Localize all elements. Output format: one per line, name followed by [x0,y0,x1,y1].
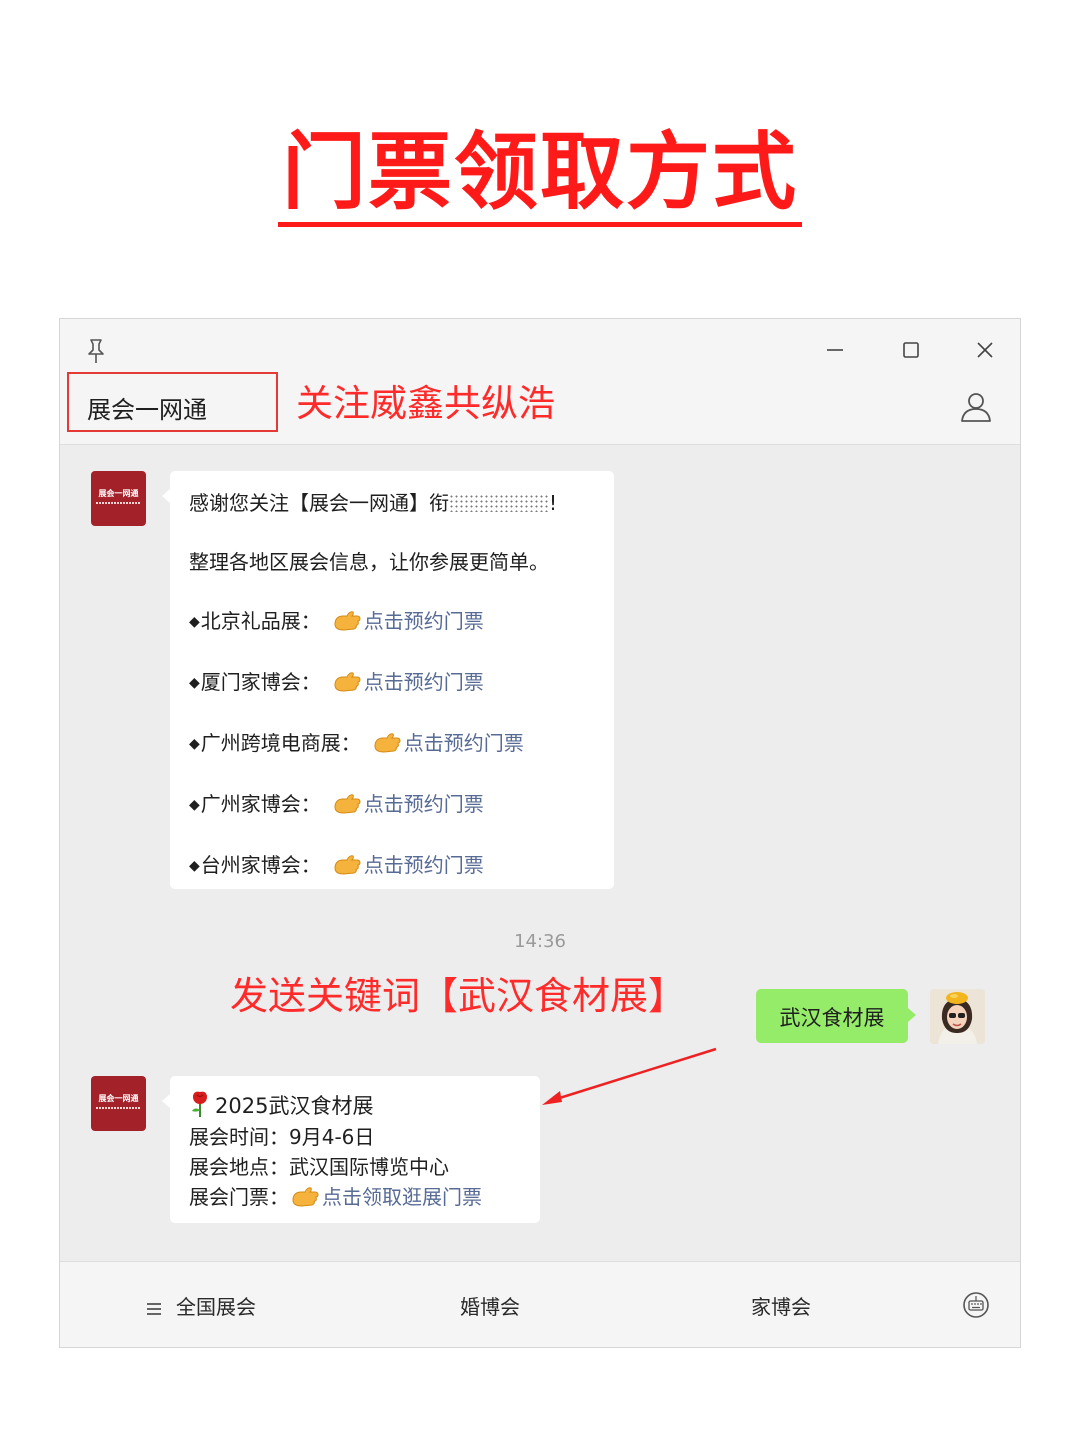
list-item-label: 北京礼品展： [200,609,321,633]
bullet: ◆ [189,675,200,691]
welcome-line-2: 整理各地区展会信息，让你参展更简单。 [189,550,549,574]
pointing-hand-icon [373,732,401,759]
list-item: ◆台州家博会： 点击预约门票 [189,849,484,881]
profile-icon[interactable] [958,389,994,429]
reply-ticket-line: 展会门票： 点击领取逛展门票 [189,1181,482,1213]
list-item: ◆北京礼品展： 点击预约门票 [189,605,484,637]
close-icon[interactable] [974,339,996,365]
list-item: ◆厦门家博会： 点击预约门票 [189,666,484,698]
bottom-menu-bar: 全国展会 婚博会 家博会 [60,1261,1020,1347]
message-timestamp: 14:36 [514,931,566,952]
reply-message-bubble: 2025武汉食材展 展会时间：9月4-6日 展会地点：武汉国际博览中心 展会门票… [162,1076,540,1223]
reserve-ticket-link[interactable]: 点击预约门票 [364,609,484,633]
reserve-ticket-link[interactable]: 点击预约门票 [364,670,484,694]
menu-item-wedding-expo[interactable]: 婚博会 [460,1291,520,1320]
list-item-label: 台州家博会： [200,853,321,877]
pointing-hand-icon [333,793,361,820]
welcome-greeting: 感谢您关注【展会一网通】 [189,491,429,515]
ticket-label: 展会门票： [189,1185,289,1209]
masked-text [449,494,549,512]
menu-item-national-expos[interactable]: 全国展会 [146,1291,256,1322]
claim-ticket-link[interactable]: 点击领取逛展门票 [322,1185,482,1209]
bullet: ◆ [189,736,200,752]
send-keyword-annotation: 发送关键词【武汉食材展】 [230,974,687,1018]
bot-avatar-stripe [96,1107,141,1109]
emoji-keyboard-icon[interactable] [962,1291,990,1323]
bullet: ◆ [189,614,200,630]
pointing-hand-icon [333,610,361,637]
list-item-label: 广州家博会： [200,792,321,816]
welcome-greeting-end: ! [549,491,558,515]
welcome-line-1: 感谢您关注【展会一网通】衔! [189,487,557,516]
list-item: ◆广州家博会： 点击预约门票 [189,788,484,820]
reply-place-line: 展会地点：武汉国际博览中心 [189,1151,449,1180]
reserve-ticket-link[interactable]: 点击预约门票 [364,792,484,816]
reply-title-line: 2025武汉食材展 [189,1090,373,1123]
bot-avatar-logo: 展会一网通 [98,489,139,498]
time-value: 9月4-6日 [289,1125,375,1149]
menu-item-label: 全国展会 [176,1295,256,1319]
welcome-message-bubble: 感谢您关注【展会一网通】衔! 整理各地区展会信息，让你参展更简单。 ◆北京礼品展… [162,471,614,889]
chat-name[interactable]: 展会一网通 [87,390,207,425]
pointing-hand-icon [291,1186,319,1213]
bullet: ◆ [189,858,200,874]
minimize-icon[interactable] [824,339,846,365]
menu-item-label: 婚博会 [460,1295,520,1319]
arrow-annotation [542,1047,717,1105]
rose-icon [189,1090,211,1123]
list-item-label: 广州跨境电商展： [200,731,361,755]
headline-text: 门票领取方式 [277,128,802,228]
reserve-ticket-link[interactable]: 点击预约门票 [404,731,524,755]
reply-time-line: 展会时间：9月4-6日 [189,1121,374,1150]
place-label: 展会地点： [189,1155,289,1179]
pointing-hand-icon [333,671,361,698]
reserve-ticket-link[interactable]: 点击预约门票 [364,853,484,877]
menu-item-label: 家博会 [751,1295,811,1319]
title-bar: 展会一网通 关注威鑫共纵浩 [60,319,1020,445]
maximize-icon[interactable] [900,339,922,365]
pointing-hand-icon [333,854,361,881]
bot-avatar[interactable]: 展会一网通 [91,471,146,526]
menu-list-icon [146,1298,162,1322]
follow-annotation: 关注威鑫共纵浩 [296,382,555,425]
time-label: 展会时间： [189,1125,289,1149]
reply-title: 2025武汉食材展 [215,1094,374,1118]
bot-avatar[interactable]: 展会一网通 [91,1076,146,1131]
bullet: ◆ [189,797,200,813]
user-avatar[interactable] [930,989,985,1044]
user-message-text: 武汉食材展 [779,1006,885,1030]
pin-icon[interactable] [84,337,108,369]
list-item: ◆广州跨境电商展： 点击预约门票 [189,727,524,759]
welcome-greeting-mid: 衔 [429,491,449,515]
headline: 门票领取方式 [0,128,1080,228]
bot-avatar-stripe [96,502,141,504]
bot-avatar-logo: 展会一网通 [98,1094,139,1103]
list-item-label: 厦门家博会： [200,670,321,694]
chat-name-highlight: 展会一网通 [67,372,278,432]
chat-window: 展会一网通 关注威鑫共纵浩 展会一网通 感谢您关注【展会一网通】衔! 整理各地区… [59,318,1021,1348]
place-value: 武汉国际博览中心 [289,1155,449,1179]
user-message-bubble: 武汉食材展 [756,989,916,1043]
menu-item-home-expo[interactable]: 家博会 [751,1291,811,1320]
